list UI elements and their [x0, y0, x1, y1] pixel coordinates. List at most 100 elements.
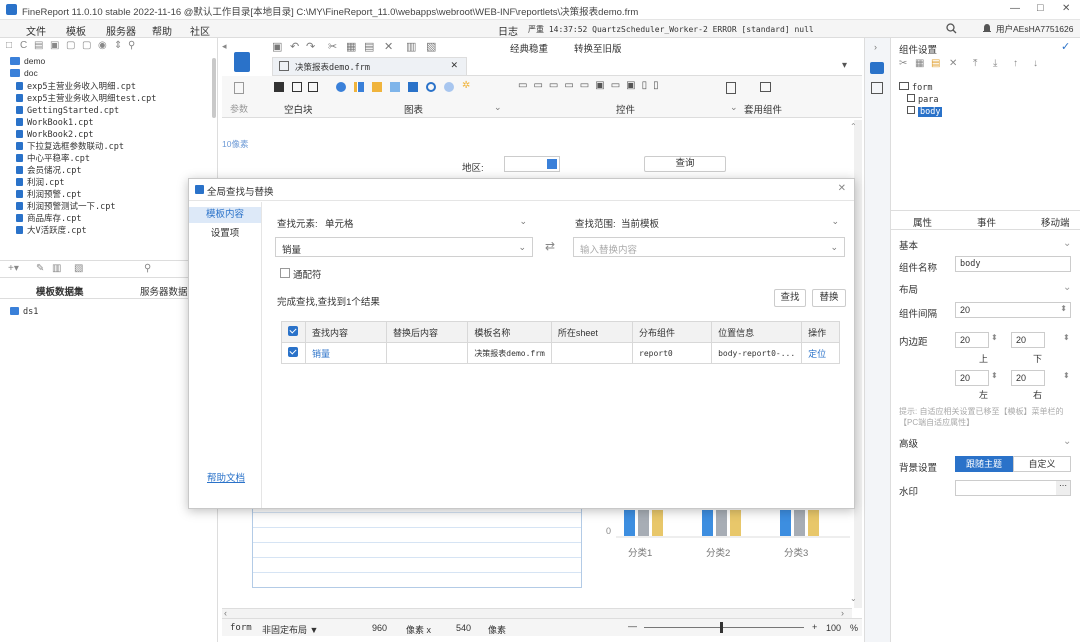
zoom-in-icon[interactable]: + — [812, 622, 817, 632]
zoom-thumb[interactable] — [720, 622, 723, 633]
tree-file[interactable]: 利润预警.cpt — [16, 189, 81, 201]
copy-icon[interactable]: ▦ — [915, 58, 924, 69]
scroll-right-icon[interactable]: › — [841, 608, 844, 618]
cut-icon[interactable]: ✂ — [899, 58, 907, 69]
region-dropdown-icon[interactable] — [547, 159, 557, 169]
report-block-icon[interactable] — [726, 82, 736, 94]
filter-search-icon[interactable]: ⚲ — [128, 40, 135, 51]
side-tab-settings[interactable]: 设置项 — [189, 226, 261, 242]
classic-tab[interactable]: 经典稳重 — [510, 41, 548, 55]
padding-top-stepper-icon[interactable]: ⬍ — [991, 333, 998, 342]
find-button[interactable]: 查找 — [774, 289, 806, 307]
blank-block-label[interactable]: 空白块 — [284, 102, 313, 116]
menu-community[interactable]: 社区 — [190, 23, 210, 38]
dialog-close-icon[interactable]: ✕ — [838, 183, 846, 194]
paste-icon[interactable]: ▤ — [931, 58, 940, 69]
close-tab-icon[interactable]: ✕ — [450, 60, 458, 71]
tree-file[interactable]: 下拉复选框参数联动.cpt — [16, 141, 124, 153]
search-icon[interactable] — [946, 23, 957, 34]
log-label[interactable]: 日志 — [498, 23, 518, 38]
menu-server[interactable]: 服务器 — [106, 23, 136, 38]
padding-left-stepper-icon[interactable]: ⬍ — [991, 371, 998, 380]
tree-node-form[interactable]: form — [899, 82, 932, 93]
header-select-all[interactable] — [281, 321, 306, 343]
tree-file[interactable]: 中心平稳率.cpt — [16, 153, 90, 165]
padding-right-stepper-icon[interactable]: ⬍ — [1063, 371, 1070, 380]
section-basic-chevron-icon[interactable]: ⌄ — [1063, 238, 1071, 249]
blank-block-icon[interactable] — [274, 82, 284, 92]
template-tab[interactable]: 决策报表demo.frm ✕ — [272, 57, 467, 75]
tree-file[interactable]: 大V活跃度.cpt — [16, 225, 87, 237]
delete-dataset-icon[interactable]: ▥ — [52, 263, 61, 274]
query-button[interactable]: 查询 — [644, 156, 726, 172]
width-value[interactable]: 960 — [372, 623, 387, 633]
watermark-more-icon[interactable]: ⋯ — [1056, 481, 1070, 495]
component-icon[interactable] — [760, 82, 771, 92]
tree-file[interactable]: exp5主营业务收入明细.cpt — [16, 81, 136, 93]
chart-dropdown-icon[interactable]: ⌄ — [494, 102, 502, 113]
lock-icon[interactable]: ▣ — [50, 40, 59, 51]
menu-file[interactable]: 文件 — [26, 23, 46, 38]
region-combo[interactable] — [504, 156, 560, 172]
scroll-down-icon[interactable]: ⌄ — [850, 594, 857, 603]
params-icon[interactable] — [234, 82, 244, 94]
bar-chart-icon[interactable] — [354, 82, 364, 92]
dataset-item[interactable]: ds1 — [10, 306, 38, 318]
area-chart-icon[interactable] — [390, 82, 400, 92]
save-icon[interactable]: ▣ — [272, 40, 282, 53]
padding-left-input[interactable]: 20 — [955, 370, 989, 386]
layout-select[interactable]: 非固定布局 ▼ — [262, 623, 318, 636]
minimize-button[interactable]: — — [1010, 3, 1020, 14]
edit-dataset-icon[interactable]: ✎ — [36, 263, 44, 274]
chart-widget[interactable]: 0 分类1 分类2 分类3 — [594, 508, 850, 588]
tree-file[interactable]: 利润.cpt — [16, 177, 64, 189]
apply-component-label[interactable]: 套用组件 — [744, 102, 782, 116]
swap-icon[interactable]: ⇄ — [545, 239, 555, 253]
move-down-icon[interactable]: ↓ — [1033, 58, 1038, 69]
zoom-value[interactable]: 100 — [826, 623, 841, 633]
padding-bottom-stepper-icon[interactable]: ⬍ — [1063, 333, 1070, 342]
menu-help[interactable]: 帮助 — [152, 23, 172, 38]
widget-dropdown-icon[interactable]: ⌄ — [730, 102, 738, 113]
username[interactable]: 用户AEsHA7751626 — [996, 23, 1074, 35]
table-row[interactable]: 销量 决策报表demo.frm report0 body-report0-...… — [281, 342, 840, 364]
tree-file[interactable]: 会员储况.cpt — [16, 165, 81, 177]
search-text-input[interactable]: 销量 ⌄ — [275, 237, 533, 257]
scroll-up-icon[interactable]: ⌃ — [850, 122, 857, 131]
tree-file[interactable]: 利润预警测试一下.cpt — [16, 201, 115, 213]
dataset-search-icon[interactable]: ⚲ — [144, 263, 151, 274]
maximize-button[interactable]: □ — [1037, 2, 1044, 14]
tab-menu-icon[interactable]: ▾ — [842, 60, 847, 71]
gap-stepper-icon[interactable]: ⬍ — [1060, 304, 1067, 313]
bg-follow-theme-button[interactable]: 跟随主题 — [955, 456, 1013, 472]
tree-file[interactable]: WorkBook2.cpt — [16, 129, 94, 141]
zoom-out-icon[interactable]: — — [628, 621, 637, 631]
locate-link[interactable]: 定位 — [801, 342, 840, 364]
preview-icon[interactable]: ▥ — [406, 40, 416, 53]
tree-file[interactable]: GettingStarted.cpt — [16, 105, 119, 117]
tree-folder-doc[interactable]: doc — [10, 67, 38, 79]
move-up-icon[interactable]: ↑ — [1013, 58, 1018, 69]
table-widget[interactable] — [252, 508, 582, 588]
tab-mobile[interactable]: 移动端 — [1041, 215, 1070, 229]
canvas-scrollbar-v[interactable] — [854, 120, 862, 608]
canvas-scrollbar-h[interactable]: ‹ › — [222, 608, 852, 618]
move-bottom-icon[interactable]: ⤓ — [993, 58, 997, 69]
layout-icon-1[interactable] — [292, 82, 302, 92]
tree-node-body[interactable]: body — [907, 106, 943, 117]
more-chart-icon[interactable]: ✲ — [462, 80, 470, 91]
zoom-slider[interactable] — [644, 622, 804, 633]
expand-icon[interactable]: › — [874, 42, 877, 52]
find-scope-select[interactable]: 当前模板 ⌄ — [617, 212, 845, 232]
switch-old-button[interactable]: 转换至旧版 — [574, 41, 622, 55]
section-layout[interactable]: 布局 — [899, 282, 918, 296]
pie-chart-icon[interactable] — [336, 82, 346, 92]
section-advanced[interactable]: 高级 — [899, 436, 918, 450]
help-doc-link[interactable]: 帮助文档 — [207, 470, 245, 484]
chart-label[interactable]: 图表 — [404, 102, 423, 116]
copy-icon[interactable]: ▦ — [346, 40, 356, 53]
wildcard-checkbox[interactable] — [280, 268, 290, 278]
open-icon[interactable]: ▤ — [34, 40, 43, 51]
height-value[interactable]: 540 — [456, 623, 471, 633]
widget-icons[interactable]: ▭▭▭▭▭▣▭▣▯▯ — [518, 80, 665, 91]
